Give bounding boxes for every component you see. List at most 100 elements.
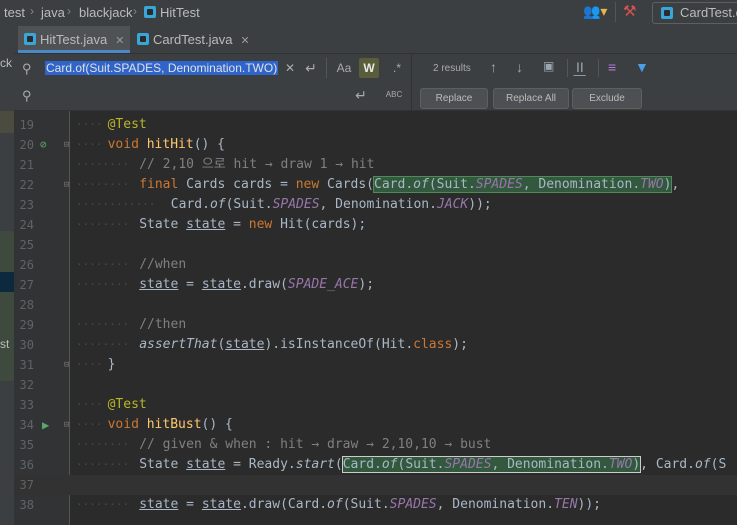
line-number[interactable]: 38 (14, 495, 34, 515)
fold-icon[interactable]: ⊟ (64, 355, 69, 375)
whole-words-button[interactable]: W (359, 58, 379, 78)
preserve-case-button[interactable]: ABC (384, 85, 404, 105)
search-query-text[interactable]: Card.of(Suit.SPADES, Denomination.TWO) (45, 61, 279, 75)
indent-guide: ···· (76, 418, 103, 431)
match-case-button[interactable]: Aa (334, 58, 354, 78)
code-text[interactable]: // given & when : hit → draw → 2,10,10 →… (139, 435, 491, 455)
code-line[interactable]: 21 ········ // 2,10 으로 hit → draw 1 → hit (14, 155, 737, 175)
line-number[interactable]: 26 (14, 255, 34, 275)
code-text[interactable]: } (108, 355, 116, 375)
selection-range-icon[interactable]: I͟I (576, 59, 584, 75)
code-line[interactable]: 19 ···· @Test (14, 115, 737, 135)
code-line[interactable]: 28 (14, 295, 737, 315)
code-text[interactable]: // 2,10 으로 hit → draw 1 → hit (139, 155, 374, 175)
previous-occurrence-icon[interactable]: ↑ (490, 59, 497, 75)
code-line[interactable]: 23 ············ Card.of(Suit.SPADES, Denom… (14, 195, 737, 215)
line-number[interactable]: 22 (14, 175, 34, 195)
breadcrumb-item-java[interactable]: java (41, 5, 65, 20)
close-icon[interactable]: ✕ (115, 35, 124, 47)
replace-all-button[interactable]: Replace All (493, 88, 569, 109)
code-line[interactable]: 24 ········ State state = new Hit(cards); (14, 215, 737, 235)
run-config-selector[interactable]: CardTest.ot (652, 2, 737, 24)
build-hammer-icon[interactable]: ⚒ (623, 2, 636, 20)
close-icon[interactable]: ✕ (240, 35, 249, 47)
regex-button[interactable]: .* (387, 58, 407, 78)
line-number[interactable]: 24 (14, 215, 34, 235)
code-text[interactable]: void hitBust() { (108, 415, 233, 435)
tab-cardtest[interactable]: CardTest.java ✕ (131, 26, 256, 53)
next-occurrence-icon[interactable]: ↓ (516, 59, 523, 75)
code-line[interactable]: 29 ········ //then (14, 315, 737, 335)
code-text[interactable]: State state = new Hit(cards); (139, 215, 366, 235)
search-icon[interactable]: ⚲ (22, 88, 32, 104)
exclude-button[interactable]: Exclude (572, 88, 642, 109)
code-text[interactable]: //then (139, 315, 186, 335)
line-number[interactable]: 34 (14, 415, 34, 435)
code-text[interactable]: assertThat(state).isInstanceOf(Hit.class… (139, 335, 468, 355)
java-class-icon (24, 33, 36, 45)
multiline-icon[interactable]: ≡ (608, 59, 616, 75)
line-number[interactable]: 21 (14, 155, 34, 175)
code-text[interactable]: @Test (108, 395, 147, 415)
indent-guide: ···· (76, 358, 103, 371)
code-line[interactable]: 30 ········ assertThat(state).isInstanceOf… (14, 335, 737, 355)
breadcrumb-item-hittest[interactable]: HitTest (144, 5, 200, 20)
code-text[interactable]: void hitHit() { (108, 135, 225, 155)
line-number[interactable]: 20 (14, 135, 34, 155)
search-icon[interactable]: ⚲ (22, 61, 32, 77)
code-text[interactable]: final Cards cards = new Cards(Card.of(Su… (139, 175, 679, 195)
code-line[interactable]: 38 ········ state = state.draw(Card.of(Sui… (14, 495, 737, 515)
code-line[interactable]: 34 ···· void hitBust() { ▶ ⊟ (14, 415, 737, 435)
new-line-icon[interactable]: ↵ (301, 58, 321, 78)
fold-icon[interactable]: ⊟ (64, 415, 69, 435)
line-number[interactable]: 23 (14, 195, 34, 215)
run-test-icon[interactable]: ▶ (42, 415, 49, 435)
filter-icon[interactable]: ▼ (635, 59, 649, 75)
clear-search-icon[interactable]: ✕ (280, 58, 300, 78)
code-editor[interactable]: 19 ···· @Test 20 ···· void hitHit() {⊘ ⊟ 21 ····… (14, 111, 737, 525)
project-panel-strip[interactable]: ck st (0, 26, 14, 525)
code-line[interactable]: 22 ········ final Cards cards = new Cards(… (14, 175, 737, 195)
fold-icon[interactable]: ⊟ (64, 135, 69, 155)
breadcrumb-item-test[interactable]: test (4, 5, 25, 20)
code-text[interactable]: @Test (108, 115, 147, 135)
line-number[interactable]: 37 (14, 475, 34, 495)
breadcrumb-item-blackjack[interactable]: blackjack (79, 5, 132, 20)
search-input[interactable]: ⚲ Card.of(Suit.SPADES, Denomination.TWO)… (16, 56, 409, 80)
code-text[interactable]: state = state.draw(Card.of(Suit.SPADES, … (139, 495, 601, 515)
users-icon[interactable]: 👥▾ (583, 3, 607, 20)
code-text[interactable]: state = state.draw(SPADE_ACE); (139, 275, 374, 295)
line-number[interactable]: 25 (14, 235, 34, 255)
line-number[interactable]: 31 (14, 355, 34, 375)
line-number[interactable]: 30 (14, 335, 34, 355)
code-line[interactable]: 20 ···· void hitHit() {⊘ ⊟ (14, 135, 737, 155)
replace-button[interactable]: Replace (420, 88, 488, 109)
line-number[interactable]: 28 (14, 295, 34, 315)
line-number[interactable]: 35 (14, 435, 34, 455)
code-text[interactable]: Card.of(Suit.SPADES, Denomination.JACK))… (171, 195, 492, 215)
test-passed-icon[interactable]: ⊘ (40, 135, 47, 155)
line-number[interactable]: 33 (14, 395, 34, 415)
code-line[interactable]: 25 (14, 235, 737, 255)
indent-guide: ···· (76, 118, 103, 131)
line-number[interactable]: 19 (14, 115, 34, 135)
code-line[interactable]: 27 ········ state = state.draw(SPADE_ACE); (14, 275, 737, 295)
line-number[interactable]: 29 (14, 315, 34, 335)
code-line[interactable]: 36 ········ State state = Ready.start(Card… (14, 455, 737, 475)
code-line[interactable]: 37 (14, 475, 737, 495)
tab-hittest[interactable]: HitTest.java ✕ (18, 26, 131, 53)
fold-icon[interactable]: ⊟ (64, 175, 69, 195)
code-line[interactable]: 35 ········ // given & when : hit → draw →… (14, 435, 737, 455)
new-line-icon[interactable]: ↵ (351, 85, 371, 105)
line-number[interactable]: 32 (14, 375, 34, 395)
code-line[interactable]: 32 (14, 375, 737, 395)
select-all-occurrences-icon[interactable]: ▣ (543, 59, 554, 73)
code-line[interactable]: 26 ········ //when (14, 255, 737, 275)
code-line[interactable]: 33 ···· @Test (14, 395, 737, 415)
line-number[interactable]: 27 (14, 275, 34, 295)
code-line[interactable]: 31 ····} ⊟ (14, 355, 737, 375)
code-text[interactable]: //when (139, 255, 186, 275)
line-number[interactable]: 36 (14, 455, 34, 475)
code-text[interactable]: State state = Ready.start(Card.of(Suit.S… (139, 455, 726, 475)
replace-input[interactable]: ⚲ ↵ ABC (16, 83, 409, 107)
